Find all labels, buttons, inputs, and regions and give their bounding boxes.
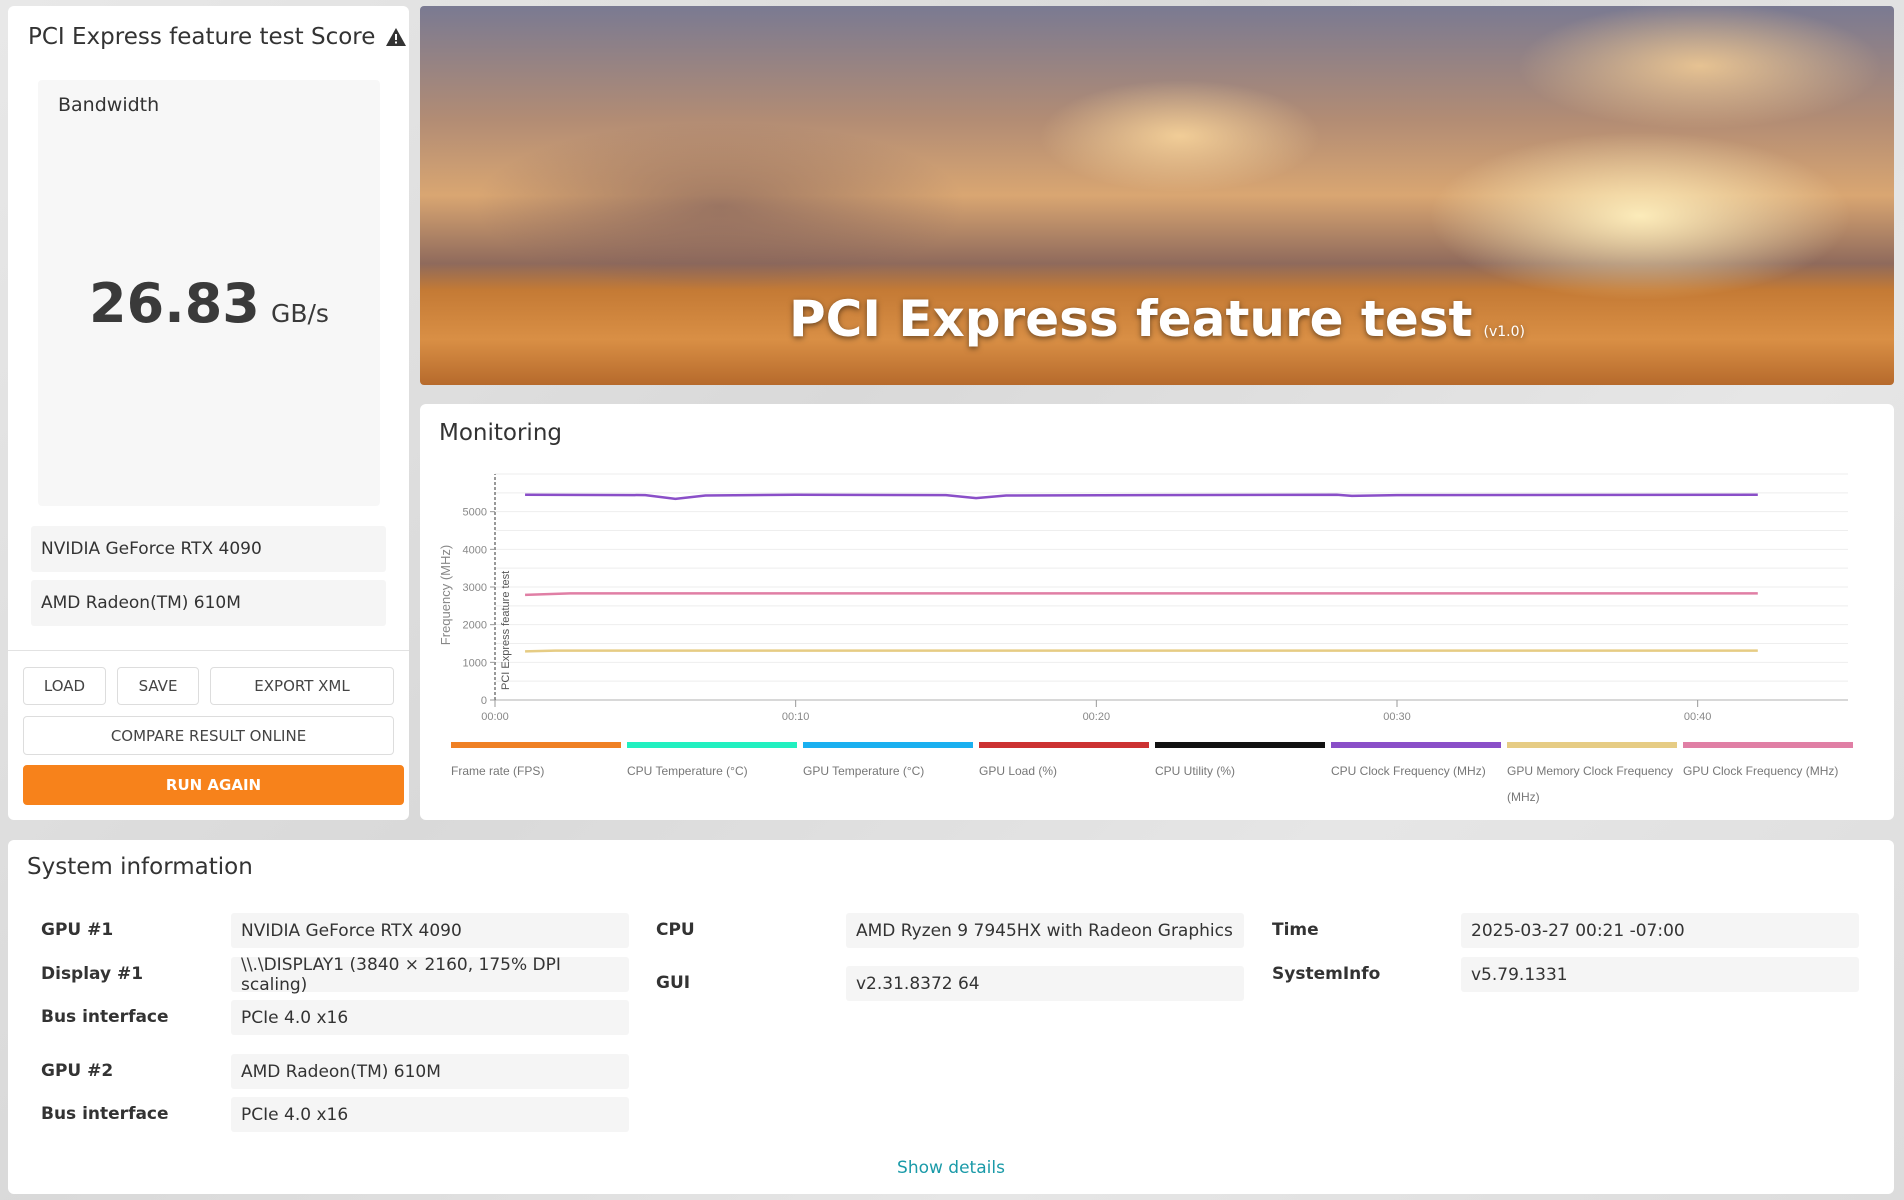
legend-label: CPU Clock Frequency (MHz) xyxy=(1331,764,1486,778)
sysinfo-label: GUI xyxy=(656,973,691,993)
legend-swatch xyxy=(1683,742,1853,748)
legend-item[interactable]: GPU Load (%) xyxy=(979,742,1149,784)
legend-swatch xyxy=(451,742,621,748)
x-tick-label: 00:00 xyxy=(481,711,509,723)
y-tick-label: 2000 xyxy=(463,620,487,632)
legend-item[interactable]: CPU Utility (%) xyxy=(1155,742,1325,784)
test-marker-label: PCI Express feature test xyxy=(500,571,512,690)
legend-label: Frame rate (FPS) xyxy=(451,764,545,778)
sysinfo-label: GPU #1 xyxy=(41,920,114,940)
x-tick-label: 00:30 xyxy=(1383,711,1411,723)
legend-swatch xyxy=(803,742,973,748)
series-line-7 xyxy=(525,592,1758,597)
sysinfo-value: \\.\DISPLAY1 (3840 × 2160, 175% DPI scal… xyxy=(231,955,629,995)
sysinfo-label: SystemInfo xyxy=(1272,964,1381,984)
legend-label: GPU Temperature (°C) xyxy=(803,764,925,778)
legend-label: CPU Utility (%) xyxy=(1155,764,1235,778)
legend-swatch xyxy=(1155,742,1325,748)
sysinfo-label: Time xyxy=(1272,920,1319,940)
series-line-5 xyxy=(525,493,1758,501)
system-info-title: System information xyxy=(27,854,253,880)
y-tick-label: 0 xyxy=(481,695,487,707)
legend-label: CPU Temperature (°C) xyxy=(627,764,748,778)
y-tick-label: 3000 xyxy=(463,582,487,594)
sysinfo-label: GPU #2 xyxy=(41,1061,114,1081)
legend-label: GPU Clock Frequency (MHz) xyxy=(1683,764,1839,778)
sysinfo-label: Display #1 xyxy=(41,964,144,984)
x-tick-label: 00:40 xyxy=(1684,711,1712,723)
legend-swatch xyxy=(979,742,1149,748)
sysinfo-value: v5.79.1331 xyxy=(1461,957,1859,992)
sysinfo-value: AMD Ryzen 9 7945HX with Radeon Graphics xyxy=(846,913,1244,948)
legend-label: GPU Memory Clock Frequency (MHz) xyxy=(1507,764,1674,804)
legend-item[interactable]: Frame rate (FPS) xyxy=(451,742,621,784)
legend-item[interactable]: GPU Memory Clock Frequency (MHz) xyxy=(1507,742,1677,810)
y-axis-label: Frequency (MHz) xyxy=(438,545,453,645)
legend-swatch xyxy=(1507,742,1677,748)
series-line-6 xyxy=(525,649,1758,653)
y-tick-label: 4000 xyxy=(463,544,487,556)
sysinfo-value: v2.31.8372 64 xyxy=(846,966,1244,1001)
sysinfo-value: PCIe 4.0 x16 xyxy=(231,1000,629,1035)
x-tick-label: 00:20 xyxy=(1083,711,1111,723)
legend-item[interactable]: GPU Temperature (°C) xyxy=(803,742,973,784)
sysinfo-label: CPU xyxy=(656,920,695,940)
legend-item[interactable]: CPU Temperature (°C) xyxy=(627,742,797,784)
sysinfo-label: Bus interface xyxy=(41,1104,169,1124)
legend-item[interactable]: GPU Clock Frequency (MHz) xyxy=(1683,742,1853,784)
x-tick-label: 00:10 xyxy=(782,711,810,723)
y-tick-label: 5000 xyxy=(463,507,487,519)
sysinfo-value: NVIDIA GeForce RTX 4090 xyxy=(231,913,629,948)
legend-label: GPU Load (%) xyxy=(979,764,1058,778)
legend-item[interactable]: CPU Clock Frequency (MHz) xyxy=(1331,742,1501,784)
sysinfo-value: PCIe 4.0 x16 xyxy=(231,1097,629,1132)
legend-swatch xyxy=(1331,742,1501,748)
legend-swatch xyxy=(627,742,797,748)
sysinfo-value: AMD Radeon(TM) 610M xyxy=(231,1054,629,1089)
y-tick-label: 1000 xyxy=(463,657,487,669)
sysinfo-label: Bus interface xyxy=(41,1007,169,1027)
sysinfo-value: 2025-03-27 00:21 -07:00 xyxy=(1461,913,1859,948)
show-details-link[interactable]: Show details xyxy=(8,1158,1894,1178)
